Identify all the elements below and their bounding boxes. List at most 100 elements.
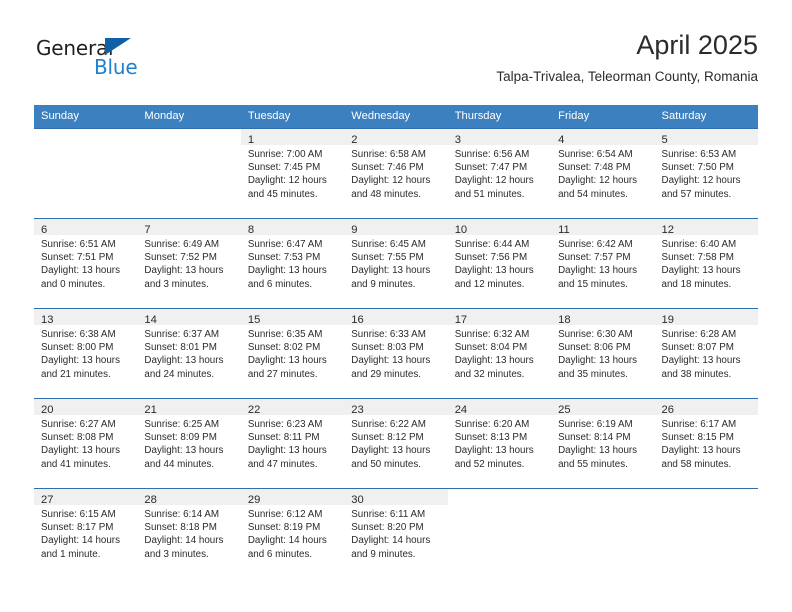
day-number: 1 [247, 134, 255, 146]
day-details: Sunrise: 6:17 AM Sunset: 8:15 PM Daylight:… [655, 415, 758, 471]
calendar-day-cell[interactable]: 1 Sunrise: 7:00 AM Sunset: 7:45 PM Daylight… [240, 128, 345, 219]
page-subtitle: Talpa-Trivalea, Teleorman County, Romani… [496, 69, 758, 84]
daylight-text-line2: and 3 minutes. [144, 278, 209, 290]
day-details [448, 505, 551, 508]
general-blue-logo[interactable]: General Blue [36, 36, 156, 84]
day-cell-body: 24 Sunrise: 6:20 AM Sunset: 8:13 PM Dayligh… [447, 399, 552, 487]
day-number-band: 26 [654, 399, 758, 416]
daylight-text-line1: Daylight: 13 hours [351, 445, 431, 457]
calendar-day-cell[interactable]: 23 Sunrise: 6:22 AM Sunset: 8:12 PM Dayligh… [344, 398, 448, 489]
calendar-empty-cell [34, 128, 138, 219]
calendar-day-cell[interactable]: 12 Sunrise: 6:40 AM Sunset: 7:58 PM Dayligh… [654, 218, 758, 309]
calendar-day-cell[interactable]: 17 Sunrise: 6:32 AM Sunset: 8:04 PM Dayligh… [447, 308, 552, 399]
day-number-band: 16 [344, 309, 448, 326]
day-number-band: 6 [34, 219, 138, 236]
calendar-day-cell[interactable]: 13 Sunrise: 6:38 AM Sunset: 8:00 PM Dayligh… [34, 308, 138, 399]
sunset-text: Sunset: 7:48 PM [558, 162, 631, 174]
calendar-day-cell[interactable]: 15 Sunrise: 6:35 AM Sunset: 8:02 PM Dayligh… [240, 308, 345, 399]
calendar-day-cell[interactable]: 19 Sunrise: 6:28 AM Sunset: 8:07 PM Dayligh… [654, 308, 758, 399]
calendar-day-cell[interactable]: 22 Sunrise: 6:23 AM Sunset: 8:11 PM Dayligh… [240, 398, 345, 489]
calendar-empty-cell [551, 488, 655, 579]
day-cell-body: 30 Sunrise: 6:11 AM Sunset: 8:20 PM Dayligh… [344, 489, 448, 577]
day-number-band: 8 [240, 219, 345, 236]
day-details: Sunrise: 6:47 AM Sunset: 7:53 PM Daylight:… [241, 235, 344, 291]
sunrise-text: Sunrise: 6:53 AM [661, 149, 737, 160]
day-cell-body: 15 Sunrise: 6:35 AM Sunset: 8:02 PM Dayligh… [240, 309, 345, 397]
day-number-band: 14 [137, 309, 241, 326]
daylight-text-line1: Daylight: 12 hours [351, 175, 431, 187]
day-number-band: 5 [654, 129, 758, 146]
sunset-text: Sunset: 7:53 PM [247, 252, 321, 264]
calendar-header-row: Sunday Monday Tuesday Wednesday Thursday… [34, 105, 758, 129]
sunset-text: Sunset: 8:02 PM [247, 342, 321, 354]
title-block: April 2025 Talpa-Trivalea, Teleorman Cou… [496, 28, 758, 85]
calendar-day-cell[interactable]: 25 Sunrise: 6:19 AM Sunset: 8:14 PM Dayligh… [551, 398, 655, 489]
calendar-day-cell[interactable]: 24 Sunrise: 6:20 AM Sunset: 8:13 PM Dayligh… [447, 398, 552, 489]
day-cell-body: 14 Sunrise: 6:37 AM Sunset: 8:01 PM Dayligh… [137, 309, 241, 397]
day-details: Sunrise: 6:54 AM Sunset: 7:48 PM Daylight:… [551, 145, 654, 201]
daylight-text-line1: Daylight: 13 hours [41, 445, 120, 457]
calendar-day-cell[interactable]: 7 Sunrise: 6:49 AM Sunset: 7:52 PM Daylight… [137, 218, 241, 309]
sunrise-text: Sunrise: 6:12 AM [247, 509, 323, 520]
calendar-day-cell[interactable]: 8 Sunrise: 6:47 AM Sunset: 7:53 PM Daylight… [240, 218, 345, 309]
day-cell-body: 18 Sunrise: 6:30 AM Sunset: 8:06 PM Dayligh… [551, 309, 655, 397]
sunset-text: Sunset: 8:14 PM [558, 432, 631, 444]
calendar-day-cell[interactable]: 10 Sunrise: 6:44 AM Sunset: 7:56 PM Dayligh… [447, 218, 552, 309]
calendar-empty-cell [654, 488, 758, 579]
calendar-day-cell[interactable]: 6 Sunrise: 6:51 AM Sunset: 7:51 PM Daylight… [34, 218, 138, 309]
calendar-day-cell[interactable]: 30 Sunrise: 6:11 AM Sunset: 8:20 PM Dayligh… [344, 488, 448, 579]
day-details: Sunrise: 6:23 AM Sunset: 8:11 PM Daylight:… [241, 415, 344, 471]
sunrise-text: Sunrise: 6:33 AM [351, 329, 426, 340]
day-number-band: 24 [447, 399, 552, 416]
daylight-text-line1: Daylight: 14 hours [144, 535, 224, 547]
calendar-day-cell[interactable]: 4 Sunrise: 6:54 AM Sunset: 7:48 PM Daylight… [551, 128, 655, 219]
calendar-day-cell[interactable]: 16 Sunrise: 6:33 AM Sunset: 8:03 PM Dayligh… [344, 308, 448, 399]
calendar-day-cell[interactable]: 21 Sunrise: 6:25 AM Sunset: 8:09 PM Dayligh… [137, 398, 241, 489]
sunrise-text: Sunrise: 6:11 AM [351, 509, 426, 520]
calendar-day-cell[interactable]: 29 Sunrise: 6:12 AM Sunset: 8:19 PM Dayligh… [240, 488, 345, 579]
day-number-band: 11 [551, 219, 655, 236]
day-number: 13 [41, 314, 54, 326]
day-details: Sunrise: 6:12 AM Sunset: 8:19 PM Daylight:… [241, 505, 344, 561]
daylight-text-line2: and 21 minutes. [41, 368, 111, 380]
daylight-text-line1: Daylight: 13 hours [247, 445, 327, 457]
daylight-text-line1: Daylight: 12 hours [247, 175, 327, 187]
day-number: 20 [41, 404, 54, 416]
calendar-day-cell[interactable]: 20 Sunrise: 6:27 AM Sunset: 8:08 PM Dayligh… [34, 398, 138, 489]
day-details [551, 505, 654, 508]
daylight-text-line1: Daylight: 14 hours [351, 535, 431, 547]
sunrise-text: Sunrise: 6:44 AM [454, 239, 530, 250]
sunrise-text: Sunrise: 6:28 AM [661, 329, 737, 340]
day-cell-body: 2 Sunrise: 6:58 AM Sunset: 7:46 PM Daylight… [344, 129, 448, 217]
calendar-day-cell[interactable]: 28 Sunrise: 6:14 AM Sunset: 8:18 PM Dayligh… [137, 488, 241, 579]
day-details: Sunrise: 6:20 AM Sunset: 8:13 PM Daylight:… [448, 415, 551, 471]
day-cell-body: 16 Sunrise: 6:33 AM Sunset: 8:03 PM Dayligh… [344, 309, 448, 397]
calendar-day-cell[interactable]: 18 Sunrise: 6:30 AM Sunset: 8:06 PM Dayligh… [551, 308, 655, 399]
calendar-day-cell[interactable]: 3 Sunrise: 6:56 AM Sunset: 7:47 PM Daylight… [447, 128, 552, 219]
daylight-text-line1: Daylight: 13 hours [558, 445, 638, 457]
day-number-band [137, 129, 240, 145]
calendar-day-cell[interactable]: 11 Sunrise: 6:42 AM Sunset: 7:57 PM Dayligh… [551, 218, 655, 309]
calendar-day-cell[interactable]: 5 Sunrise: 6:53 AM Sunset: 7:50 PM Daylight… [654, 128, 758, 219]
daylight-text-line2: and 1 minute. [41, 548, 101, 560]
day-details [137, 145, 240, 148]
daylight-text-line1: Daylight: 14 hours [41, 535, 120, 547]
daylight-text-line1: Daylight: 13 hours [558, 355, 638, 367]
calendar-day-cell[interactable]: 14 Sunrise: 6:37 AM Sunset: 8:01 PM Dayligh… [137, 308, 241, 399]
day-number: 28 [144, 494, 157, 506]
calendar-day-cell[interactable]: 9 Sunrise: 6:45 AM Sunset: 7:55 PM Daylight… [344, 218, 448, 309]
daylight-text-line2: and 3 minutes. [144, 548, 209, 560]
sunrise-text: Sunrise: 6:49 AM [144, 239, 220, 250]
daylight-text-line2: and 50 minutes. [351, 458, 421, 470]
day-number-band: 29 [240, 489, 345, 506]
day-number: 11 [558, 224, 570, 236]
calendar-day-cell[interactable]: 2 Sunrise: 6:58 AM Sunset: 7:46 PM Daylight… [344, 128, 448, 219]
daylight-text-line1: Daylight: 13 hours [661, 445, 741, 457]
day-cell-body [447, 489, 552, 577]
day-details: Sunrise: 6:49 AM Sunset: 7:52 PM Daylight:… [137, 235, 240, 291]
day-details: Sunrise: 6:28 AM Sunset: 8:07 PM Daylight:… [655, 325, 758, 381]
calendar-day-cell[interactable]: 26 Sunrise: 6:17 AM Sunset: 8:15 PM Dayligh… [654, 398, 758, 489]
calendar-day-cell[interactable]: 27 Sunrise: 6:15 AM Sunset: 8:17 PM Dayligh… [34, 488, 138, 579]
sunset-text: Sunset: 7:50 PM [661, 162, 734, 174]
sunset-text: Sunset: 7:55 PM [351, 252, 424, 264]
